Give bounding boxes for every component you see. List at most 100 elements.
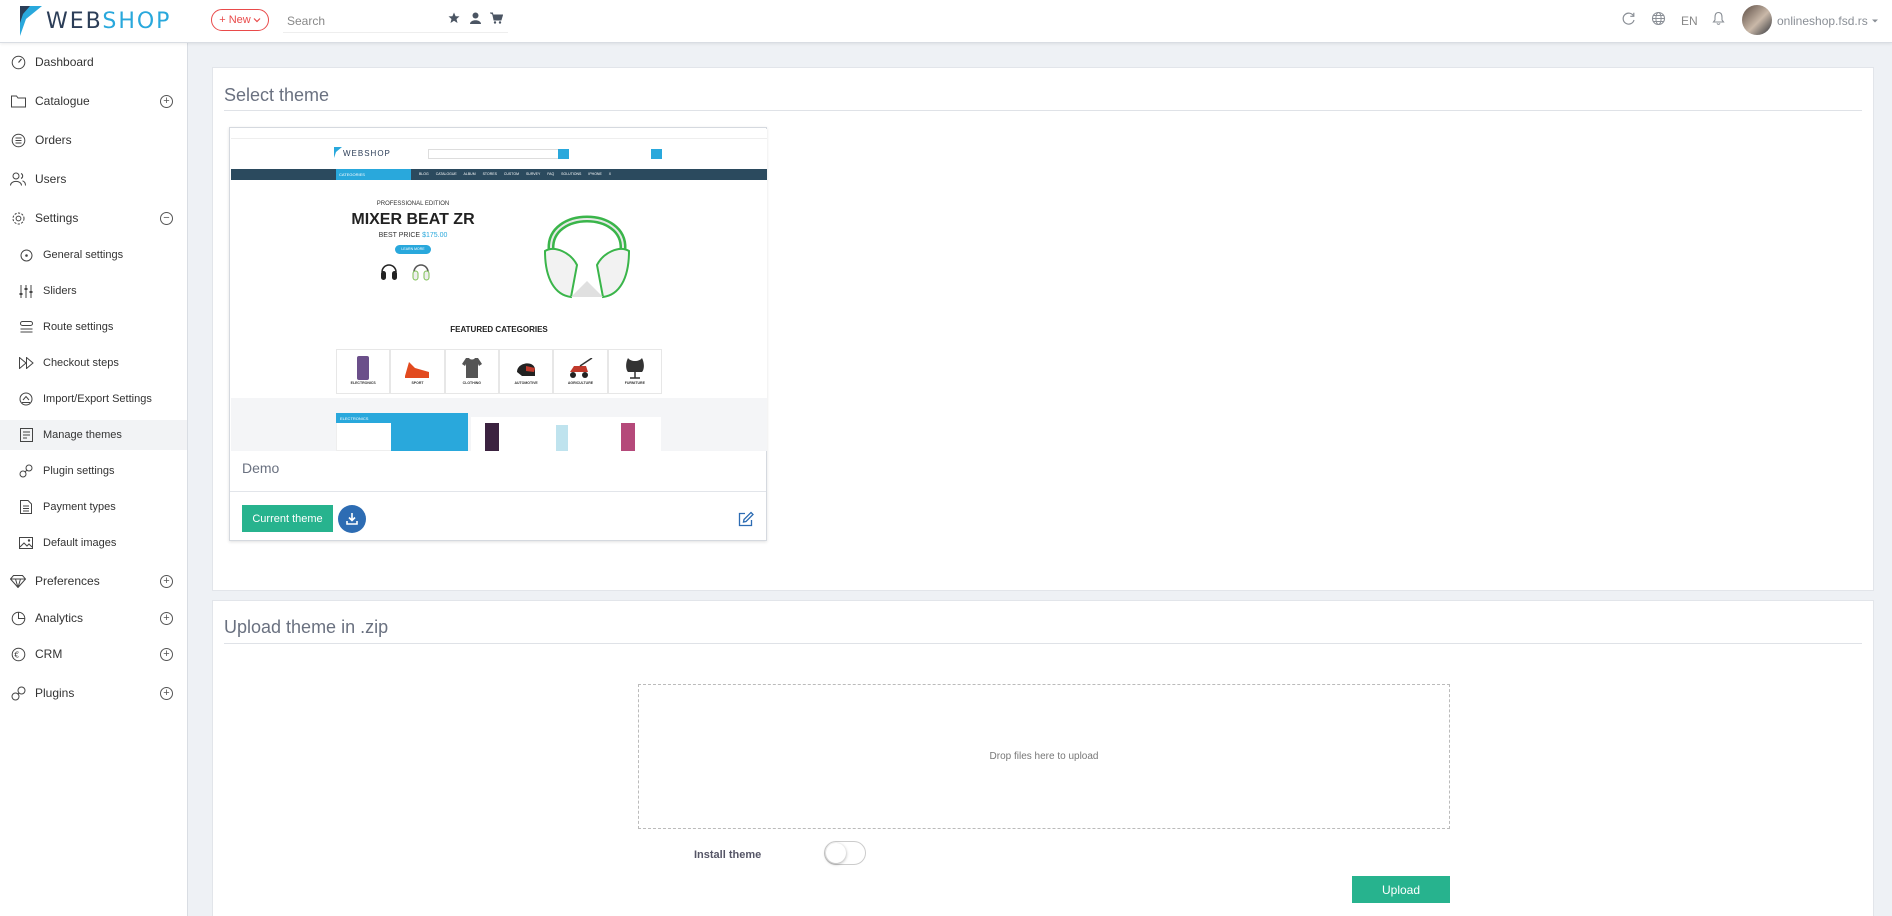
expand-icon[interactable]: + [160, 574, 173, 588]
themes-icon [18, 427, 34, 443]
preview-category-label: AUTOMOTIVE [514, 381, 538, 385]
sidebar-subitem-label: Plugin settings [43, 465, 115, 477]
preview-product-image [485, 423, 499, 451]
sidebar-item-label: Users [35, 172, 67, 186]
preview-category-cell: SPORT [390, 349, 445, 394]
preview-headphones-image [543, 215, 631, 299]
preview-category-grid: ELECTRONICS SPORT CLOTHING AUTOMOTIVE AG… [336, 349, 662, 394]
sidebar-subitem-route-settings[interactable]: Route settings [0, 312, 187, 342]
sidebar-item-label: Plugins [35, 686, 75, 700]
sidebar-subitem-label: Checkout steps [43, 357, 119, 369]
user-name: onlineshop.fsd.rs [1777, 14, 1868, 28]
user-menu[interactable]: onlineshop.fsd.rs [1777, 14, 1879, 28]
crm-icon: € [10, 646, 26, 662]
expand-icon[interactable]: + [160, 686, 173, 700]
sidebar-subitem-checkout-steps[interactable]: Checkout steps [0, 348, 187, 378]
edit-theme-button[interactable] [738, 511, 754, 527]
sliders-icon [18, 283, 34, 299]
preview-headphone-white-icon [412, 264, 430, 281]
sidebar-subitem-payment-types[interactable]: Payment types [0, 492, 187, 522]
divider [224, 110, 1862, 111]
mower-icon [570, 358, 593, 378]
sidebar-item-label: Orders [35, 133, 72, 147]
file-dropzone[interactable]: Drop files here to upload [638, 684, 1450, 829]
globe-icon[interactable] [1650, 10, 1666, 26]
preview-product-image [621, 423, 635, 451]
search-input[interactable] [287, 11, 437, 31]
preview-cart [651, 149, 662, 159]
language-selector[interactable]: EN [1681, 10, 1698, 32]
refresh-icon[interactable] [1620, 10, 1636, 26]
sidebar-subitem-default-images[interactable]: Default images [0, 528, 187, 558]
sidebar-subitem-label: Default images [43, 537, 117, 549]
users-icon [10, 171, 26, 187]
sidebar-subitem-general-settings[interactable]: General settings [0, 240, 187, 270]
sidebar-item-settings[interactable]: Settings − [0, 203, 187, 233]
preview-category-cell: FURNITURE [607, 349, 662, 394]
preview-categories-button: CATEGORIES [336, 169, 411, 180]
bell-icon[interactable] [1710, 10, 1726, 26]
install-theme-label: Install theme [694, 849, 762, 861]
cart-icon[interactable] [488, 10, 504, 26]
sidebar-item-analytics[interactable]: Analytics + [0, 603, 187, 633]
sidebar-item-plugins[interactable]: Plugins + [0, 678, 187, 708]
avatar[interactable] [1742, 5, 1772, 35]
sidebar-item-preferences[interactable]: Preferences + [0, 566, 187, 596]
sidebar-subitem-label: Route settings [43, 321, 114, 333]
logo-text-web: WEB [46, 8, 103, 34]
top-bar: WEBSHOP + New EN onlineshop.fsd.rs [0, 0, 1892, 43]
sidebar-item-crm[interactable]: € CRM + [0, 639, 187, 669]
current-theme-button[interactable]: Current theme [242, 505, 333, 532]
sidebar-item-label: Analytics [35, 611, 84, 625]
sidebar-subitem-label: Payment types [43, 501, 116, 513]
expand-icon[interactable]: + [160, 611, 173, 625]
preview-search [428, 149, 563, 159]
expand-icon[interactable]: + [160, 94, 173, 108]
sidebar-item-label: Dashboard [35, 55, 94, 69]
diamond-icon [10, 573, 26, 589]
sidebar-item-orders[interactable]: Orders [0, 125, 187, 155]
new-button[interactable]: + New [211, 9, 269, 31]
pie-chart-icon [10, 610, 26, 626]
user-icon[interactable] [467, 10, 483, 26]
new-button-label: + New [219, 14, 251, 26]
preview-edition: PROFESSIONAL EDITION [376, 201, 450, 207]
sidebar-subitem-sliders[interactable]: Sliders [0, 276, 187, 306]
panel-title: Select theme [224, 85, 330, 105]
sidebar-subitem-manage-themes[interactable]: Manage themes [0, 420, 187, 450]
plug-icon [10, 685, 26, 701]
sidebar-item-dashboard[interactable]: Dashboard [0, 47, 187, 77]
download-theme-button[interactable] [338, 505, 366, 533]
preview-learn-more: LEARN MORE [395, 245, 431, 254]
preview-category-cell: AGRICULTURE [553, 349, 608, 394]
svg-text:€: € [14, 650, 19, 659]
sidebar-item-catalogue[interactable]: Catalogue + [0, 86, 187, 116]
sidebar-subitem-import-export[interactable]: Import/Export Settings [0, 384, 187, 414]
preview-logo: WEBSHOP [343, 149, 391, 158]
star-icon[interactable] [446, 10, 462, 26]
sidebar-item-users[interactable]: Users [0, 164, 187, 194]
collapse-icon[interactable]: − [160, 211, 173, 225]
expand-icon[interactable]: + [160, 647, 173, 661]
upload-theme-panel: Upload theme in .zip Drop files here to … [212, 600, 1874, 916]
chevron-down-icon [253, 18, 261, 23]
install-theme-toggle[interactable] [824, 841, 866, 865]
edit-icon [738, 511, 754, 527]
select-theme-panel: Select theme WEBSHOP CATEGORIES BLOG CAT… [212, 67, 1874, 591]
preview-nav-items: BLOG CATALOGUE ALBUM STORES CUSTOM SURVE… [419, 172, 612, 176]
preview-electronics-banner: ELECTRONICS [336, 413, 468, 423]
shoe-icon [405, 362, 430, 378]
logo-flag-icon [20, 6, 42, 36]
preview-best-price: BEST PRICE [378, 232, 421, 239]
divider [224, 643, 1862, 644]
preview-electronics-image [391, 423, 468, 451]
preview-product-image [556, 425, 568, 451]
gauge-icon [10, 54, 26, 70]
phone-icon [357, 356, 369, 380]
sidebar-subitem-plugin-settings[interactable]: Plugin settings [0, 456, 187, 486]
webshop-logo[interactable]: WEBSHOP [20, 5, 171, 37]
theme-preview[interactable]: WEBSHOP CATEGORIES BLOG CATALOGUE ALBUM … [231, 129, 767, 451]
download-icon [346, 513, 358, 525]
upload-button[interactable]: Upload [1352, 876, 1450, 903]
preview-category-cell: ELECTRONICS [336, 349, 391, 394]
